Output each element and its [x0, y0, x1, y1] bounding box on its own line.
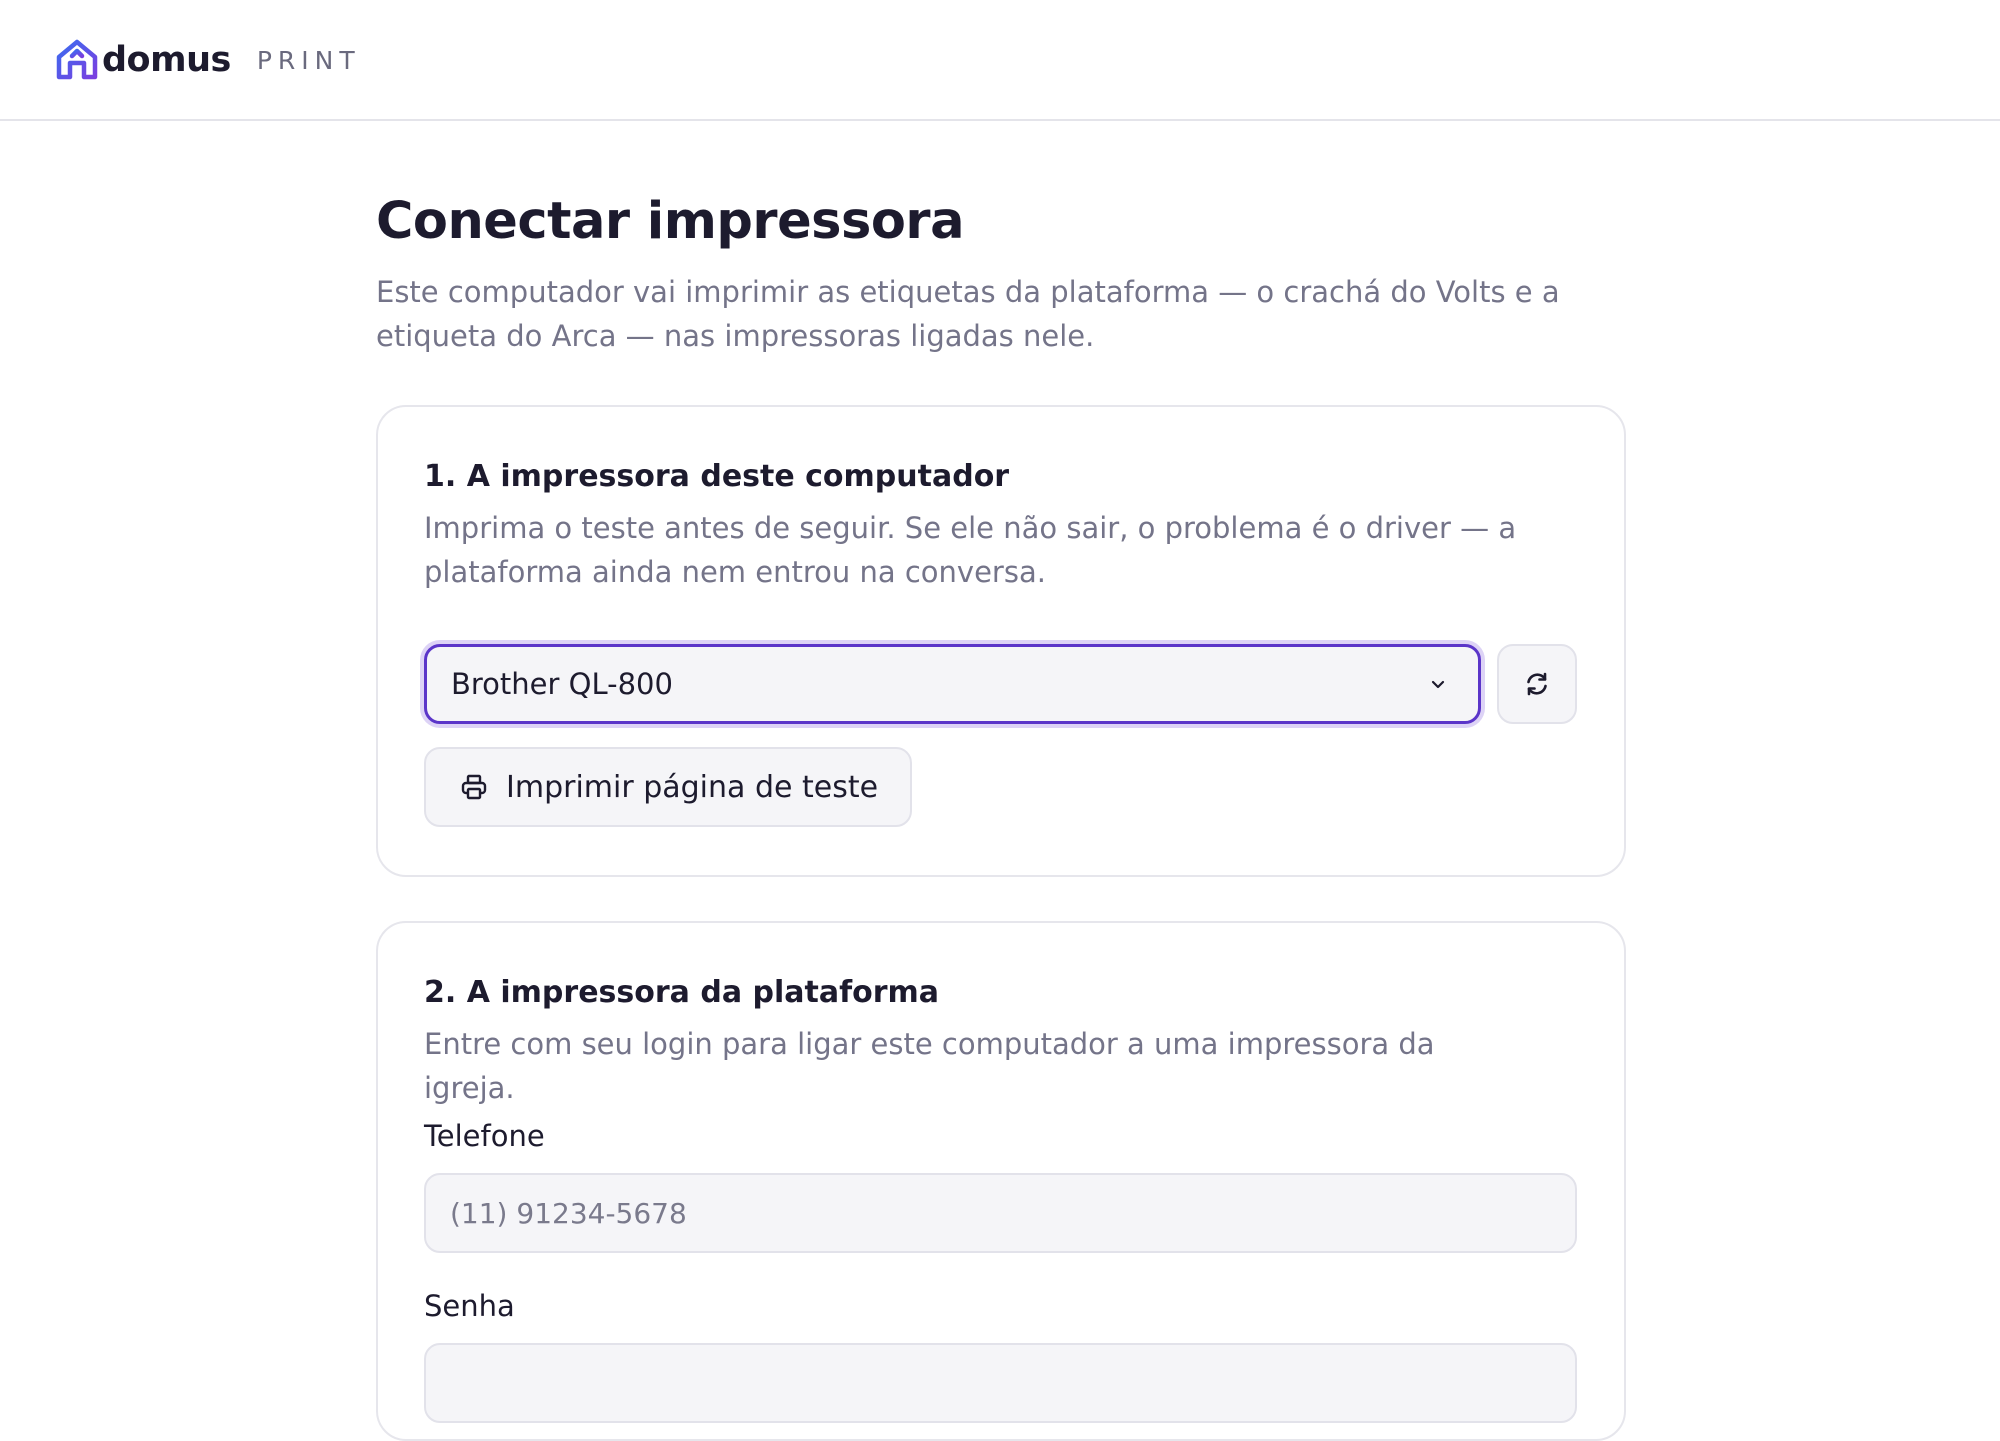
step2-title: 2. A impressora da plataforma: [424, 975, 940, 1010]
local-printer-card: 1. A impressora deste computador Imprima…: [376, 405, 1626, 877]
page-subtitle: Este computador vai imprimir as etiqueta…: [376, 275, 1560, 353]
phone-input[interactable]: [424, 1173, 1577, 1253]
product-name: PRINT: [256, 45, 361, 75]
refresh-printers-button[interactable]: [1497, 644, 1577, 724]
printer-icon: [461, 774, 487, 800]
domus-logo-icon: [56, 39, 98, 80]
step2-description: Entre com seu login para ligar este comp…: [424, 1027, 1435, 1105]
top-bar: domus PRINT: [0, 0, 2000, 121]
page-title: Conectar impressora: [376, 192, 964, 251]
printer-select-value: Brother QL-800: [451, 667, 673, 701]
printer-select[interactable]: Brother QL-800: [424, 644, 1481, 724]
platform-printer-card: 2. A impressora da plataforma Entre com …: [376, 921, 1626, 1441]
print-test-page-label: Imprimir página de teste: [506, 769, 879, 805]
password-input[interactable]: [424, 1343, 1577, 1423]
print-test-page-button[interactable]: Imprimir página de teste: [424, 747, 913, 827]
brand[interactable]: domus PRINT: [54, 36, 361, 84]
step1-description: Imprima o teste antes de seguir. Se ele …: [424, 511, 1517, 589]
refresh-icon: [1527, 672, 1547, 696]
step1-title: 1. A impressora deste computador: [424, 459, 1010, 494]
page-header: Conectar impressora Este computador vai …: [376, 180, 1626, 358]
chevron-down-icon: [1431, 680, 1445, 689]
password-label: Senha: [424, 1289, 515, 1323]
brand-name: domus: [102, 39, 231, 80]
phone-label: Telefone: [424, 1119, 545, 1153]
